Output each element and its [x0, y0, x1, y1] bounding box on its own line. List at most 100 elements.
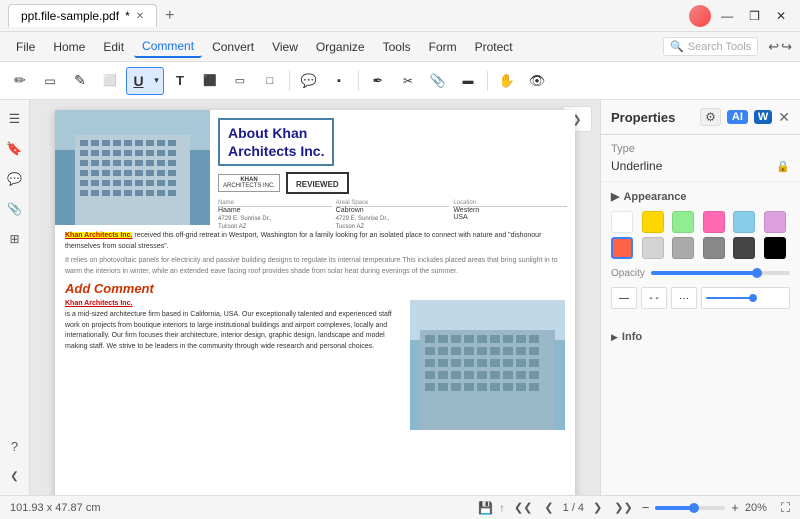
tab-close-btn[interactable]: ✕	[136, 11, 144, 22]
menu-protect[interactable]: Protect	[467, 37, 521, 57]
zoom-in-btn[interactable]: +	[731, 500, 739, 515]
info-section: ▶ Info	[601, 323, 800, 351]
signature-tool-btn[interactable]: ✒	[364, 67, 392, 95]
shape-tool-btn[interactable]: □	[256, 67, 284, 95]
khan-logo: KHAN ARCHITECTS INC.	[218, 174, 280, 192]
search-tools-label[interactable]: Search Tools	[688, 41, 751, 53]
layer-icon[interactable]: ⊞	[4, 228, 26, 250]
menu-convert[interactable]: Convert	[204, 37, 262, 57]
callout-tool-btn[interactable]: ▭	[226, 67, 254, 95]
color-darker-gray[interactable]	[733, 237, 755, 259]
color-white[interactable]	[611, 211, 633, 233]
color-purple[interactable]	[764, 211, 786, 233]
canvas-area[interactable]: ❯ // Draw building window grid via inlin…	[30, 100, 600, 495]
menu-form[interactable]: Form	[421, 37, 465, 57]
menu-tools[interactable]: Tools	[375, 37, 419, 57]
style-row: — - - ···	[611, 287, 790, 309]
comment-toolbar: ✏ ▭ ✎ ⬜ U ▾ T ⬛ ▭ □ 💬 ▪ ✒ ✂ 📎 ▬ ✋ 👁	[0, 62, 800, 100]
highlight-tool-btn[interactable]: ▭	[36, 67, 64, 95]
active-tab[interactable]: ppt.file-sample.pdf * ✕	[8, 4, 157, 27]
properties-settings-icon[interactable]: ⚙	[700, 108, 721, 126]
about-title-text: About KhanArchitects Inc.	[228, 124, 324, 160]
properties-title: Properties	[611, 110, 675, 125]
comment-tool-btn[interactable]: 💬	[295, 67, 323, 95]
color-pink[interactable]	[703, 211, 725, 233]
menu-file[interactable]: File	[8, 37, 43, 57]
zoom-slider-container[interactable]	[655, 502, 725, 514]
fit-page-btn[interactable]: ⛶	[781, 500, 790, 516]
menu-edit[interactable]: Edit	[95, 37, 132, 57]
areal-space-col: Areal Space Cabrown 4729 E. Sunrise Dr.,…	[336, 200, 450, 232]
zoom-out-btn[interactable]: −	[642, 500, 650, 515]
bottom-body-text: Khan Architects Inc. is a mid-sized arch…	[65, 300, 402, 433]
zoom-percent: 20%	[745, 502, 775, 514]
help-icon[interactable]: ?	[4, 435, 26, 457]
user-avatar[interactable]	[689, 5, 711, 27]
color-dark-gray[interactable]	[703, 237, 725, 259]
window-minimize-btn[interactable]: —	[715, 7, 739, 25]
pdf-body: Khan Architects Inc. received this off-g…	[55, 225, 575, 439]
stamp-tool-btn[interactable]: ▪	[325, 67, 353, 95]
page-nav-icon[interactable]: ☰	[4, 108, 26, 130]
body-text-1: received this off-grid retreat in Westpo…	[65, 232, 541, 250]
bookmark-icon[interactable]: 🔖	[4, 138, 26, 160]
new-tab-btn[interactable]: +	[165, 7, 174, 25]
measure-tool-btn[interactable]: ✂	[394, 67, 422, 95]
menu-organize[interactable]: Organize	[308, 37, 373, 57]
pdf-page: // Draw building window grid via inline …	[55, 110, 575, 495]
color-blue[interactable]	[733, 211, 755, 233]
attachment-sidebar-icon[interactable]: 📎	[4, 198, 26, 220]
word-action-btn[interactable]: W	[754, 110, 772, 124]
text-tool-btn[interactable]: T	[166, 67, 194, 95]
expand-sidebar-icon[interactable]: ❮	[4, 465, 26, 487]
textbox-tool-btn[interactable]: ⬛	[196, 67, 224, 95]
tab-modified: *	[125, 9, 130, 23]
page-last-btn[interactable]: ❯❯	[611, 500, 635, 515]
page-next-btn[interactable]: ❯	[590, 500, 605, 515]
search-icon: 🔍	[670, 40, 684, 53]
type-label: Type	[611, 143, 790, 155]
color-light-gray[interactable]	[642, 237, 664, 259]
eraser-tool-btn[interactable]: ⬜	[96, 67, 124, 95]
underline-tool-arrow[interactable]: ▾	[150, 67, 164, 95]
style-solid-btn[interactable]: —	[611, 287, 637, 309]
color-yellow[interactable]	[642, 211, 664, 233]
color-green[interactable]	[672, 211, 694, 233]
building-image-left: // Draw building window grid via inline …	[55, 110, 210, 225]
properties-close-btn[interactable]: ✕	[778, 109, 790, 126]
redact-tool-btn[interactable]: ▬	[454, 67, 482, 95]
add-comment-label: Add Comment	[65, 281, 565, 296]
eye-tool-btn[interactable]: 👁	[523, 67, 551, 95]
menu-home[interactable]: Home	[45, 37, 93, 57]
ai-action-btn[interactable]: AI	[727, 110, 748, 124]
style-dashed-btn[interactable]: - -	[641, 287, 667, 309]
underline-tool-btn[interactable]: U	[126, 67, 150, 95]
window-maximize-btn[interactable]: ❐	[743, 7, 766, 25]
redo-icon[interactable]: ↪	[781, 39, 792, 55]
underline-tool-group: U ▾	[126, 67, 164, 95]
building-image-right	[410, 300, 565, 433]
page-back-btn[interactable]: ❮❮	[511, 500, 535, 515]
menu-comment[interactable]: Comment	[134, 36, 202, 58]
appearance-label: Appearance	[623, 191, 686, 203]
comment-list-icon[interactable]: 💬	[4, 168, 26, 190]
style-dotted-btn[interactable]: ···	[671, 287, 697, 309]
opacity-label: Opacity	[611, 268, 645, 279]
opacity-slider-container[interactable]	[651, 267, 790, 279]
appearance-arrow-icon: ▶	[611, 190, 619, 203]
color-gray[interactable]	[672, 237, 694, 259]
undo-icon[interactable]: ↩	[768, 39, 779, 55]
menu-view[interactable]: View	[264, 37, 306, 57]
pencil-tool-btn[interactable]: ✎	[66, 67, 94, 95]
attach-tool-btn[interactable]: 📎	[424, 67, 452, 95]
menu-bar: File Home Edit Comment Convert View Orga…	[0, 32, 800, 62]
save-status-icon: 💾	[478, 501, 493, 515]
hand-tool-btn[interactable]: ✋	[493, 67, 521, 95]
color-black[interactable]	[764, 237, 786, 259]
window-close-btn[interactable]: ✕	[770, 7, 792, 25]
page-prev-btn[interactable]: ❮	[541, 500, 556, 515]
color-red[interactable]	[611, 237, 633, 259]
pen-tool-btn[interactable]: ✏	[6, 67, 34, 95]
info-toggle[interactable]: ▶ Info	[611, 331, 790, 343]
location-col: Location WesternUSA	[453, 200, 567, 232]
